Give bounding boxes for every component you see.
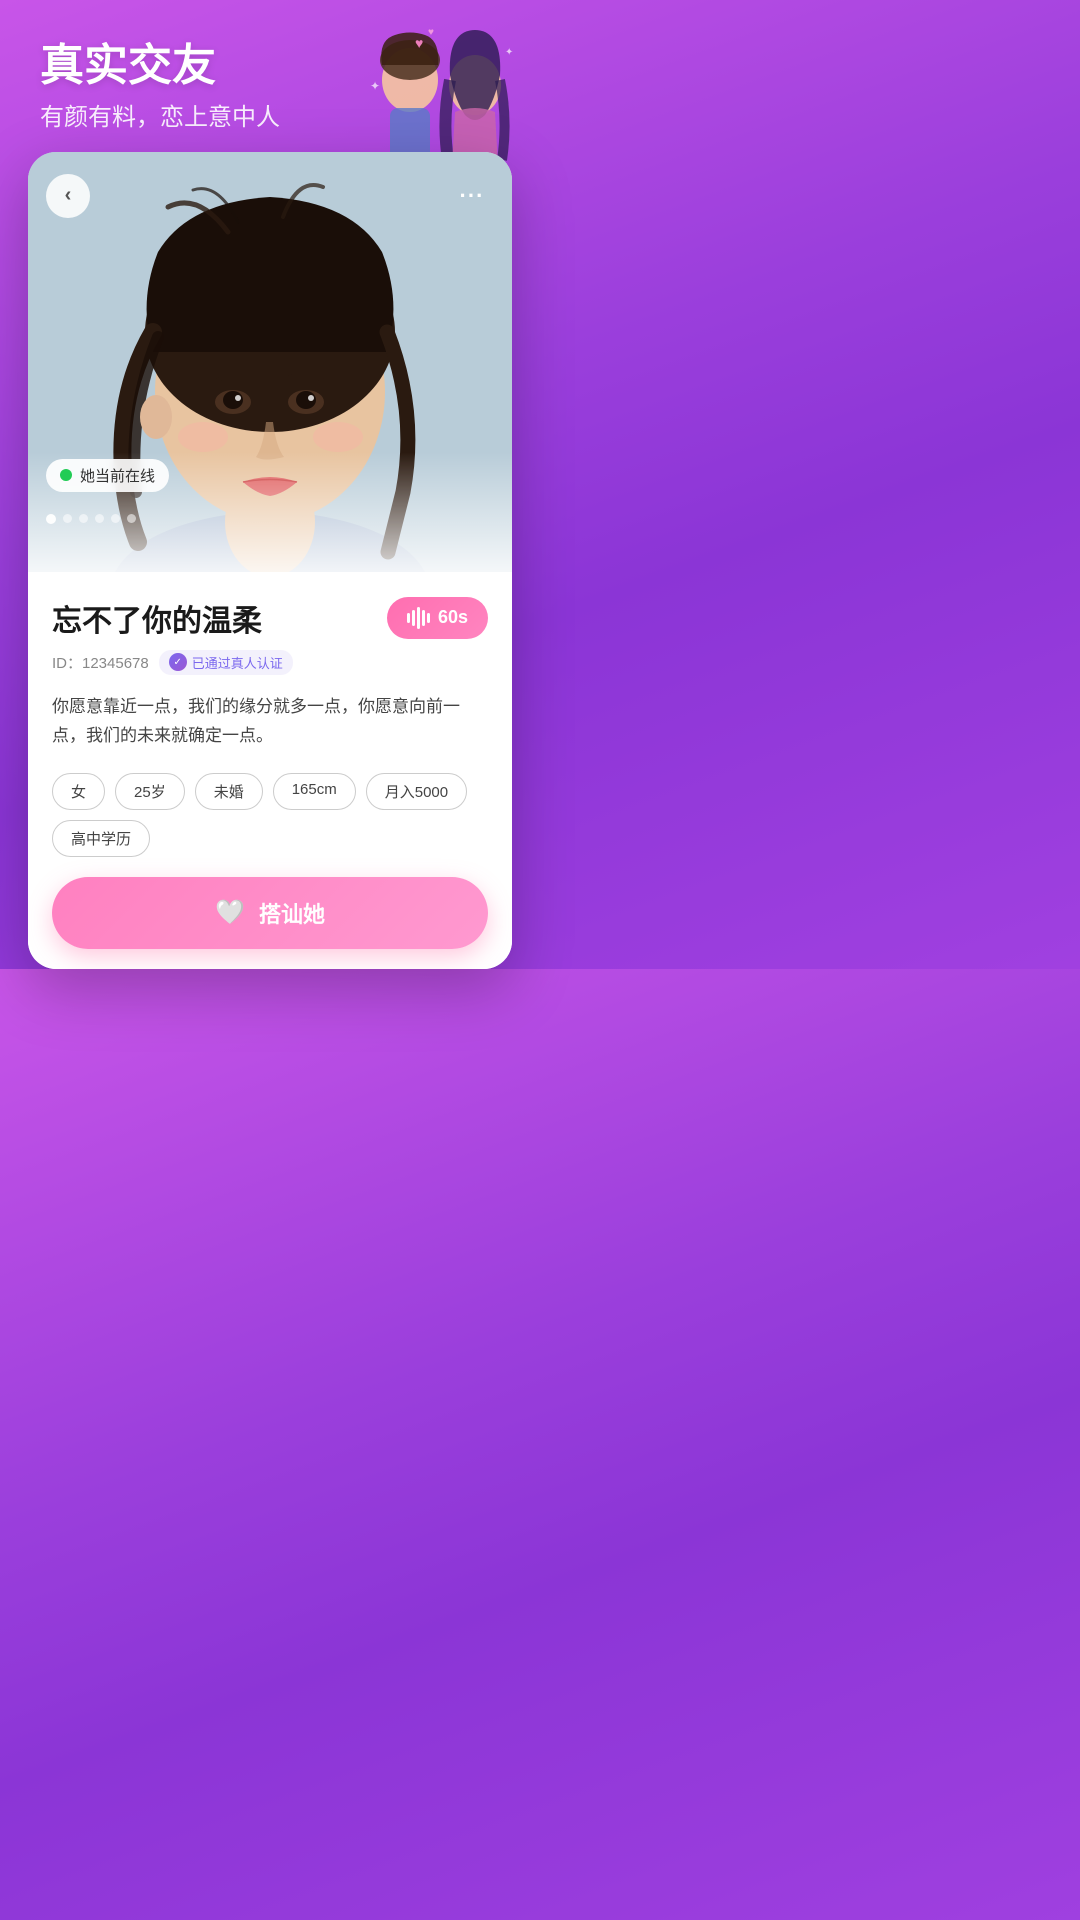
tag-age[interactable]: 25岁 (115, 773, 185, 810)
back-button[interactable]: ‹ (46, 174, 90, 218)
id-row: ID：12345678 ✓ 已通过真人认证 (52, 650, 488, 675)
voice-bar-5 (427, 613, 430, 623)
tag-income[interactable]: 月入5000 (366, 773, 467, 810)
user-id-text: ID：12345678 (52, 652, 149, 673)
photo-dot-3[interactable] (79, 514, 88, 523)
voice-bar-3 (417, 607, 420, 629)
tag-marital[interactable]: 未婚 (195, 773, 263, 810)
tag-gender[interactable]: 女 (52, 773, 105, 810)
voice-bar-1 (407, 613, 410, 623)
voice-bar-4 (422, 610, 425, 626)
voice-waveform-icon (407, 607, 430, 629)
photo-dot-4[interactable] (95, 514, 104, 523)
more-button[interactable]: ··· (450, 174, 494, 218)
photo-dot-5[interactable] (111, 514, 120, 523)
profile-info-section: 忘不了你的温柔 60s ID：12345678 ✓ 已通过真人认证 你愿意靠 (28, 572, 512, 969)
verified-label: 已通过真人认证 (192, 653, 283, 672)
tag-height[interactable]: 165cm (273, 773, 356, 810)
online-status-badge: 她当前在线 (46, 459, 169, 492)
header-title: 真实交友 (40, 40, 500, 93)
bio-text: 你愿意靠近一点，我们的缘分就多一点，你愿意向前一点，我们的未来就确定一点。 (52, 693, 488, 751)
tags-container: 女 25岁 未婚 165cm 月入5000 高中学历 (52, 773, 488, 857)
profile-name: 忘不了你的温柔 (52, 596, 262, 640)
verified-icon: ✓ (169, 653, 187, 671)
name-row: 忘不了你的温柔 60s (52, 596, 488, 640)
header-section: 真实交友 有颜有料，恋上意中人 (0, 0, 540, 152)
photo-dot-6[interactable] (127, 514, 136, 523)
action-heart-icon: 🤍 (215, 898, 245, 927)
voice-duration-label: 60s (438, 607, 468, 628)
verified-badge: ✓ 已通过真人认证 (159, 650, 293, 675)
online-status-text: 她当前在线 (80, 465, 155, 486)
photo-dots-indicator (46, 514, 136, 524)
profile-card: ‹ ··· 她当前在线 忘不了你的温柔 (28, 152, 512, 969)
voice-button[interactable]: 60s (387, 597, 488, 639)
header-subtitle: 有颜有料，恋上意中人 (40, 97, 500, 132)
photo-area: ‹ ··· 她当前在线 (28, 152, 512, 572)
photo-dot-1[interactable] (46, 514, 56, 524)
action-button[interactable]: 🤍 搭讪她 (52, 877, 488, 949)
voice-bar-2 (412, 610, 415, 626)
action-button-label: 搭讪她 (259, 897, 325, 929)
online-indicator-dot (60, 469, 72, 481)
tag-education[interactable]: 高中学历 (52, 820, 150, 857)
photo-dot-2[interactable] (63, 514, 72, 523)
